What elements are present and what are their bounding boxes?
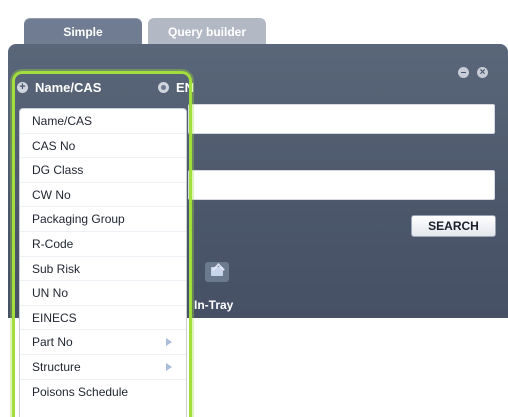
search-type-dropdown-menu: Name/CAS CAS No DG Class CW No Packaging Gro…: [19, 108, 187, 417]
dropdown-item[interactable]: CW No: [20, 183, 186, 208]
dropdown-item[interactable]: Name/CAS: [20, 109, 186, 134]
dropdown-item[interactable]: Poisons Schedule: [20, 380, 186, 405]
dropdown-item-label: Poisons Schedule: [32, 384, 129, 399]
language-radio-en[interactable]: EN: [158, 79, 194, 95]
radio-icon: [158, 81, 169, 93]
dropdown-item[interactable]: CAS No: [20, 134, 186, 159]
dropdown-item[interactable]: EINECS: [20, 306, 186, 331]
dropdown-item-label: Packaging Group: [32, 212, 125, 227]
dropdown-item[interactable]: Sub Risk: [20, 257, 186, 282]
language-label: EN: [176, 79, 195, 95]
dropdown-item-label: DG Class: [32, 163, 84, 178]
dropdown-item-label: Part No: [32, 335, 73, 350]
app-stage: Simple Query builder – × EN SEARCH In-Tr…: [0, 0, 508, 417]
dropdown-item-label: CW No: [32, 187, 71, 202]
search-input-secondary[interactable]: [188, 170, 495, 200]
in-tray-label[interactable]: In-Tray: [194, 298, 233, 312]
dropdown-item-label: EINECS: [32, 310, 77, 325]
dropdown-item[interactable]: DG Class: [20, 158, 186, 183]
chevron-right-icon: [166, 362, 172, 371]
dropdown-item[interactable]: UN No: [20, 281, 186, 306]
search-button[interactable]: SEARCH: [411, 215, 496, 237]
chevron-right-icon: [166, 338, 172, 347]
dropdown-item-label: UN No: [32, 286, 69, 301]
dropdown-item[interactable]: Part No: [20, 330, 186, 355]
dropdown-item-label: Sub Risk: [32, 261, 81, 276]
in-tray-icon[interactable]: [205, 262, 229, 282]
selected-search-type: Name/CAS: [35, 79, 102, 95]
dropdown-item[interactable]: Packaging Group: [20, 207, 186, 232]
dropdown-item-label: Structure: [32, 359, 81, 374]
minimize-icon[interactable]: –: [458, 67, 469, 78]
dropdown-item[interactable]: R-Code: [20, 232, 186, 257]
plus-icon: +: [17, 81, 28, 93]
tab-simple[interactable]: Simple: [24, 18, 142, 46]
tab-query-builder[interactable]: Query builder: [148, 18, 266, 46]
dropdown-item-label: CAS No: [32, 138, 76, 153]
dropdown-item-label: Name/CAS: [32, 114, 93, 128]
search-input-primary[interactable]: [188, 104, 495, 134]
close-icon[interactable]: ×: [477, 67, 488, 78]
dropdown-item[interactable]: Structure: [20, 355, 186, 380]
dropdown-item-label: R-Code: [32, 236, 74, 251]
search-type-dropdown-toggle[interactable]: + Name/CAS: [17, 78, 101, 96]
